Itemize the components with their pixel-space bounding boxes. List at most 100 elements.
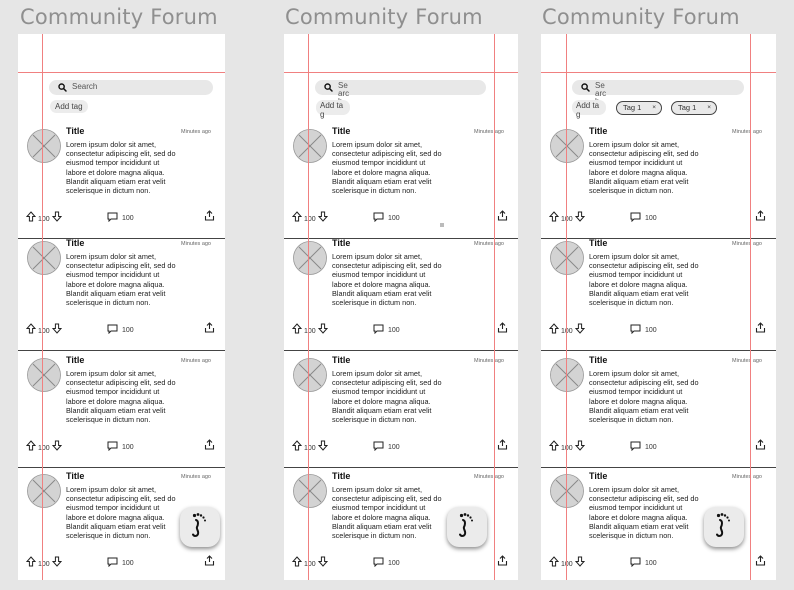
post-body-line: Lorem ipsum dolor sit amet, (589, 252, 680, 261)
share-icon[interactable] (204, 437, 215, 455)
comment-button[interactable]: 100 (630, 554, 657, 572)
arrow-up-icon[interactable] (25, 554, 37, 572)
arrow-up-icon[interactable] (291, 438, 303, 456)
post-body-line: scelerisque in dictum non. (66, 531, 151, 541)
post-title[interactable]: Title (66, 126, 84, 136)
arrow-down-icon[interactable] (574, 209, 585, 227)
arrow-down-icon[interactable] (574, 554, 585, 572)
arrow-down-icon[interactable] (317, 321, 328, 339)
floating-action-button[interactable] (704, 507, 744, 547)
comment-button[interactable]: 100 (373, 438, 400, 456)
arrow-down-icon[interactable] (317, 554, 328, 572)
arrow-down-icon[interactable] (317, 209, 328, 227)
arrow-up-icon[interactable] (548, 438, 560, 456)
arrow-up-icon[interactable] (548, 554, 560, 572)
comment-button[interactable]: 100 (107, 209, 134, 227)
post-body-line: eiusmod tempor incididunt ut (589, 387, 683, 397)
tag-label: Tag 1 (678, 103, 697, 112)
post-title[interactable]: Title (589, 126, 607, 136)
arrow-down-icon[interactable] (51, 554, 62, 572)
share-icon[interactable] (755, 437, 766, 455)
share-icon[interactable] (497, 208, 508, 226)
close-icon[interactable]: × (707, 103, 711, 113)
post-card[interactable]: Title Minutes ago Lorem ipsum dolor sit am… (284, 122, 518, 239)
image-placeholder-icon (550, 129, 584, 163)
post-card[interactable]: Title Minutes ago Lorem ipsum dolor sit am… (541, 122, 776, 239)
add-tag-button[interactable]: Add tag (316, 100, 350, 119)
post-title[interactable]: Title (589, 355, 607, 365)
comment-button[interactable]: 100 (630, 209, 657, 227)
arrow-up-icon[interactable] (548, 321, 560, 339)
floating-action-button[interactable] (180, 507, 220, 547)
post-actions: 100100 (18, 321, 225, 335)
share-icon[interactable] (755, 208, 766, 226)
add-tag-button[interactable]: Add tag (50, 100, 88, 113)
share-icon[interactable] (204, 553, 215, 571)
comment-count: 100 (122, 443, 134, 451)
post-card[interactable]: Title Minutes ago Lorem ipsum dolor sit am… (18, 351, 225, 468)
comment-button[interactable]: 100 (630, 321, 657, 339)
close-icon[interactable]: × (652, 103, 656, 113)
comment-button[interactable]: 100 (373, 321, 400, 339)
search-input[interactable]: Search (572, 80, 744, 106)
comment-button[interactable]: 100 (373, 209, 400, 227)
arrow-down-icon[interactable] (51, 438, 62, 456)
post-title[interactable]: Title (66, 471, 84, 481)
arrow-up-icon[interactable] (25, 209, 37, 227)
arrow-up-icon[interactable] (25, 438, 37, 456)
post-card[interactable]: Title Minutes ago Lorem ipsum dolor sit am… (18, 234, 225, 351)
arrow-up-icon[interactable] (25, 321, 37, 339)
post-title[interactable]: Title (589, 471, 607, 481)
post-body-line: eiusmod tempor incididunt ut (66, 503, 160, 513)
post-title[interactable]: Title (66, 355, 84, 365)
arrow-down-icon[interactable] (317, 438, 328, 456)
comment-button[interactable]: 100 (107, 554, 134, 572)
share-icon[interactable] (755, 320, 766, 338)
arrow-down-icon[interactable] (51, 209, 62, 227)
arrow-up-icon[interactable] (291, 209, 303, 227)
post-body-line: labore et dolore magna aliqua. (589, 396, 688, 406)
comment-button[interactable]: 100 (373, 554, 400, 572)
post-body: Lorem ipsum dolor sit amet, consectetur a… (332, 485, 460, 540)
arrow-up-icon[interactable] (291, 554, 303, 572)
post-title[interactable]: Title (332, 238, 350, 248)
tag-chip[interactable]: Tag 1 × (616, 101, 662, 115)
share-icon[interactable] (497, 553, 508, 571)
arrow-down-icon[interactable] (51, 321, 62, 339)
vote-group: 100 (291, 438, 328, 456)
comment-button[interactable]: 100 (630, 438, 657, 456)
arrow-down-icon[interactable] (574, 438, 585, 456)
arrow-up-icon[interactable] (548, 209, 560, 227)
post-card[interactable]: Title Minutes ago Lorem ipsum dolor sit am… (541, 351, 776, 468)
post-actions: 100100 (541, 321, 776, 335)
search-input[interactable]: Search (49, 80, 213, 95)
post-body-line: Blandit aliquam etiam erat velit (589, 288, 689, 298)
add-tag-button[interactable]: Add tag (572, 100, 606, 119)
comment-button[interactable]: 100 (107, 438, 134, 456)
share-icon[interactable] (204, 208, 215, 226)
post-title[interactable]: Title (66, 238, 84, 248)
post-time: Minutes ago (181, 358, 211, 364)
post-title[interactable]: Title (332, 471, 350, 481)
comment-count: 100 (645, 214, 657, 222)
post-card[interactable]: Title Minutes ago Lorem ipsum dolor sit am… (18, 122, 225, 239)
post-body-line: Lorem ipsum dolor sit amet, (66, 485, 157, 494)
share-icon[interactable] (755, 553, 766, 571)
comment-button[interactable]: 100 (107, 321, 134, 339)
arrow-up-icon[interactable] (291, 321, 303, 339)
tag-chip[interactable]: Tag 1 × (671, 101, 717, 115)
post-body-line: consectetur adipiscing elit, sed do (332, 261, 442, 271)
post-card[interactable]: Title Minutes ago Lorem ipsum dolor sit am… (284, 351, 518, 468)
share-icon[interactable] (204, 320, 215, 338)
post-title[interactable]: Title (332, 126, 350, 136)
post-card[interactable]: Title Minutes ago Lorem ipsum dolor sit am… (541, 234, 776, 351)
post-title[interactable]: Title (332, 355, 350, 365)
post-card[interactable]: Title Minutes ago Lorem ipsum dolor sit am… (284, 234, 518, 351)
post-title[interactable]: Title (589, 238, 607, 248)
search-input[interactable]: Search (315, 80, 486, 106)
share-icon[interactable] (497, 320, 508, 338)
share-icon[interactable] (497, 437, 508, 455)
arrow-down-icon[interactable] (574, 321, 585, 339)
comment-count: 100 (645, 443, 657, 451)
floating-action-button[interactable] (447, 507, 487, 547)
